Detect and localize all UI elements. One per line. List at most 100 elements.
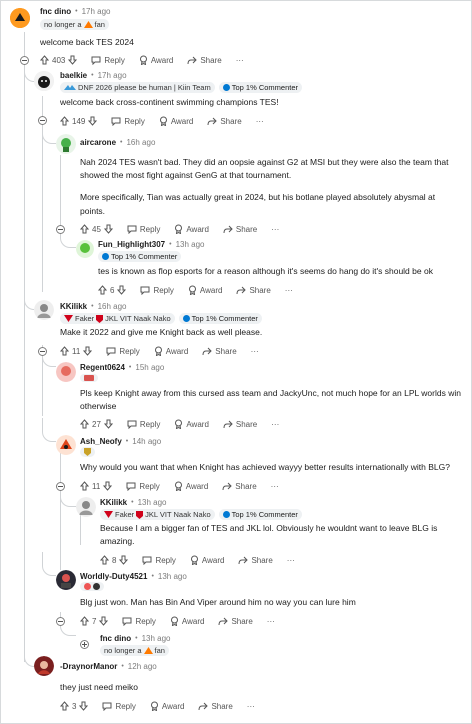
more-options-button[interactable]: ··· — [256, 117, 264, 126]
username[interactable]: -DraynorManor — [60, 662, 117, 671]
username[interactable]: Worldly-Duty4521 — [80, 572, 147, 581]
more-options-button[interactable]: ··· — [271, 420, 279, 429]
reply-button[interactable]: Reply — [122, 617, 156, 626]
avatar[interactable] — [76, 497, 96, 517]
award-button[interactable]: Award — [188, 285, 222, 295]
upvote-icon[interactable] — [60, 346, 69, 356]
downvote-icon[interactable] — [68, 55, 78, 65]
collapse-button[interactable] — [56, 225, 65, 234]
reply-button[interactable]: Reply — [127, 420, 160, 429]
downvote-icon[interactable] — [119, 555, 129, 565]
more-options-button[interactable]: ··· — [267, 617, 275, 626]
upvote-icon[interactable] — [100, 555, 109, 565]
username[interactable]: Fun_Highlight307 — [98, 240, 165, 249]
award-button[interactable]: Award — [139, 55, 173, 65]
downvote-icon[interactable] — [99, 616, 109, 626]
award-button[interactable]: Award — [154, 346, 188, 356]
more-options-button[interactable]: ··· — [247, 702, 255, 711]
share-button[interactable]: Share — [236, 286, 271, 295]
reply-button[interactable]: Reply — [102, 702, 136, 711]
vote-controls[interactable]: 6 — [98, 285, 127, 295]
username[interactable]: fnc dino — [40, 7, 71, 16]
share-button[interactable]: Share — [187, 56, 222, 65]
expand-button[interactable] — [80, 640, 89, 649]
upvote-icon[interactable] — [80, 616, 89, 626]
share-button[interactable]: Share — [223, 225, 257, 234]
share-button[interactable]: Share — [223, 420, 257, 429]
username[interactable]: baelkie — [60, 71, 87, 80]
username[interactable]: KKilikk — [100, 498, 127, 507]
vote-controls[interactable]: 403 — [40, 55, 78, 65]
downvote-icon[interactable] — [103, 419, 113, 429]
upvote-icon[interactable] — [98, 285, 107, 295]
award-button[interactable]: Award — [159, 116, 193, 126]
reply-button[interactable]: Reply — [127, 225, 160, 234]
award-button[interactable]: Award — [174, 481, 208, 491]
vote-controls[interactable]: 27 — [80, 419, 113, 429]
vote-controls[interactable]: 11 — [80, 481, 113, 491]
avatar[interactable] — [34, 656, 54, 676]
downvote-icon[interactable] — [83, 346, 93, 356]
share-button[interactable]: Share — [202, 347, 237, 356]
award-button[interactable]: Award — [170, 616, 204, 626]
avatar[interactable] — [10, 8, 30, 28]
username[interactable]: KKilikk — [60, 302, 87, 311]
upvote-icon[interactable] — [40, 55, 49, 65]
award-button[interactable]: Award — [174, 419, 209, 429]
upvote-icon[interactable] — [60, 116, 69, 126]
more-options-button[interactable]: ··· — [271, 225, 279, 234]
reply-button[interactable]: Reply — [126, 482, 160, 491]
vote-controls[interactable]: 45 — [80, 224, 113, 234]
more-options-button[interactable]: ··· — [251, 347, 259, 356]
downvote-icon[interactable] — [117, 285, 127, 295]
share-button[interactable]: Share — [207, 117, 242, 126]
avatar[interactable] — [56, 570, 76, 590]
avatar[interactable] — [76, 240, 94, 258]
collapse-button[interactable] — [38, 116, 47, 125]
more-options-button[interactable]: ··· — [236, 56, 244, 65]
avatar[interactable] — [56, 435, 76, 455]
username[interactable]: fnc dino — [100, 634, 131, 643]
upvote-icon[interactable] — [80, 224, 89, 234]
upvote-icon[interactable] — [60, 701, 69, 711]
top-commenter-badge: Top 1% Commenter — [218, 509, 302, 520]
upvote-icon[interactable] — [80, 481, 89, 491]
collapse-button[interactable] — [56, 617, 65, 626]
vote-controls[interactable]: 3 — [60, 701, 89, 711]
award-button[interactable]: Award — [174, 224, 209, 234]
downvote-icon[interactable] — [88, 116, 98, 126]
reply-button[interactable]: Reply — [142, 556, 176, 565]
upvote-icon[interactable] — [80, 419, 89, 429]
share-icon — [223, 420, 233, 428]
vote-controls[interactable]: 11 — [60, 346, 93, 356]
avatar[interactable] — [34, 300, 54, 320]
reply-button[interactable]: Reply — [111, 117, 145, 126]
share-button[interactable]: Share — [222, 482, 257, 491]
more-options-button[interactable]: ··· — [285, 286, 293, 295]
vote-controls[interactable]: 149 — [60, 116, 98, 126]
vote-controls[interactable]: 7 — [80, 616, 109, 626]
share-button[interactable]: Share — [218, 617, 253, 626]
downvote-icon[interactable] — [79, 701, 89, 711]
username[interactable]: Ash_Neofy — [80, 437, 122, 446]
more-options-button[interactable]: ··· — [271, 482, 279, 491]
collapse-button[interactable] — [38, 347, 47, 356]
more-options-button[interactable]: ··· — [287, 556, 295, 565]
downvote-icon[interactable] — [103, 224, 113, 234]
avatar[interactable] — [34, 71, 54, 91]
username[interactable]: aircarone — [80, 138, 116, 147]
award-button[interactable]: Award — [150, 701, 184, 711]
collapse-button[interactable] — [56, 482, 65, 491]
reply-button[interactable]: Reply — [106, 347, 140, 356]
share-button[interactable]: Share — [238, 556, 273, 565]
reply-button[interactable]: Reply — [91, 56, 125, 65]
avatar[interactable] — [56, 134, 76, 154]
vote-controls[interactable]: 8 — [100, 555, 129, 565]
reply-button[interactable]: Reply — [140, 286, 174, 295]
share-button[interactable]: Share — [198, 702, 233, 711]
username[interactable]: Regent0624 — [80, 363, 125, 372]
downvote-icon[interactable] — [103, 481, 113, 491]
collapse-button[interactable] — [20, 56, 29, 65]
award-button[interactable]: Award — [190, 555, 224, 565]
avatar[interactable] — [56, 362, 76, 382]
